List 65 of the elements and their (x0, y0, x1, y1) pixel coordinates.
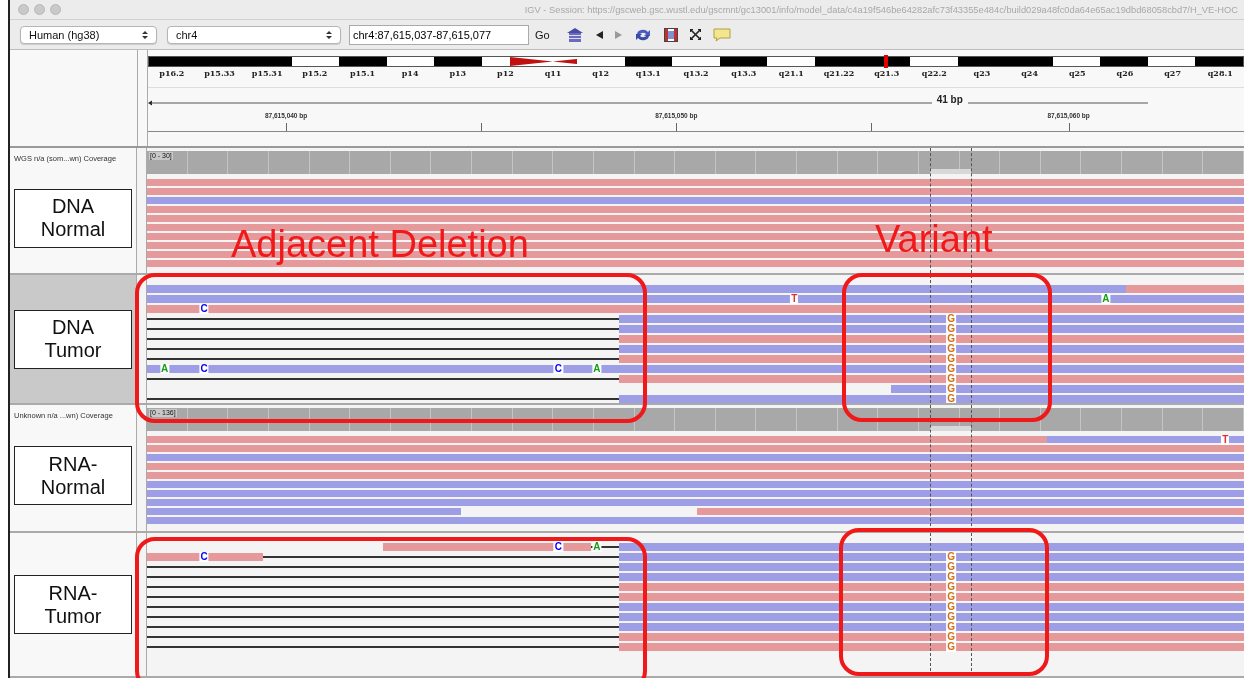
band-label: q21.1 (777, 67, 805, 78)
band-label: q12 (591, 67, 611, 78)
go-button[interactable]: Go (533, 28, 552, 41)
locus-field[interactable]: chr4:87,615,037-87,615,077 (349, 24, 529, 45)
base-letter: G (946, 364, 956, 374)
band-label: q28.1 (1206, 67, 1234, 78)
base-letter: G (946, 572, 956, 582)
chromosome-dropdown[interactable]: chr4 (167, 25, 341, 44)
base-letter: C (199, 364, 209, 374)
base-letter: G (946, 334, 956, 344)
window-title: IGV - Session: https://gscweb.gsc.wustl.edu/gscmnt/gc13001/info/model_data/c4a19f546be64282afc73f43355e484c/build029a48fc0da64e65ac19dbd68058cbd7/H_VE-HOC (524, 4, 1238, 15)
band-label: p15.33 (203, 67, 236, 78)
band-label: q13.1 (634, 67, 662, 78)
sample-label: RNA-Tumor (14, 575, 132, 634)
base-letter: C (199, 304, 209, 314)
band-label: q21.22 (822, 67, 856, 78)
band-label: q21.3 (873, 67, 901, 78)
band-label: p15.31 (250, 67, 284, 78)
base-letter: A (1101, 294, 1111, 304)
band-label: p16.2 (158, 67, 186, 78)
base-letter: C (553, 364, 563, 374)
band-label: p13 (448, 67, 468, 78)
band-label: q11 (543, 67, 563, 78)
genome-dropdown[interactable]: Human (hg38) (20, 25, 157, 44)
base-letter: T (790, 294, 799, 304)
base-letter: G (946, 394, 956, 403)
sample-label: DNA Tumor (14, 309, 132, 369)
base-letter: T (1221, 435, 1230, 445)
base-letter: G (946, 592, 956, 602)
base-letter: G (946, 602, 956, 612)
base-letter: G (946, 632, 956, 642)
base-letter: G (946, 612, 956, 622)
base-letter: A (159, 364, 170, 374)
base-letter: G (946, 622, 956, 632)
band-label: q25 (1067, 67, 1087, 78)
band-label: q22.2 (920, 67, 948, 78)
base-letter: A (592, 542, 602, 552)
band-label: p14 (400, 67, 420, 78)
band-label: q13.3 (730, 67, 758, 78)
base-letter: C (553, 542, 563, 552)
base-letter: C (199, 552, 209, 562)
base-letter: G (946, 582, 956, 592)
band-label: p15.1 (348, 67, 376, 78)
base-letter: A (592, 364, 602, 374)
base-letter: G (946, 562, 956, 572)
base-letter: G (946, 552, 956, 562)
band-label: q23 (972, 67, 992, 78)
base-letter: G (946, 344, 956, 354)
sample-label: RNA-Normal (14, 446, 132, 505)
span-length-label: 41 bp (931, 94, 968, 105)
base-letter: G (946, 374, 956, 384)
base-letter: G (946, 314, 956, 324)
track-name-panel[interactable]: RNA-Tumor (10, 533, 137, 676)
band-label: q13.2 (682, 67, 710, 78)
base-letter: G (946, 384, 956, 394)
band-label: q26 (1115, 67, 1135, 78)
sample-label: DNA Normal (14, 188, 132, 248)
base-letter: G (946, 354, 956, 364)
band-label: p12 (496, 67, 515, 78)
band-label: q27 (1163, 67, 1182, 78)
base-letter: G (946, 642, 956, 652)
track-name-panel[interactable]: DNA Tumor (10, 275, 137, 403)
base-letter: G (946, 324, 956, 334)
band-label: p15.2 (301, 67, 329, 78)
band-label: q24 (1020, 67, 1039, 78)
